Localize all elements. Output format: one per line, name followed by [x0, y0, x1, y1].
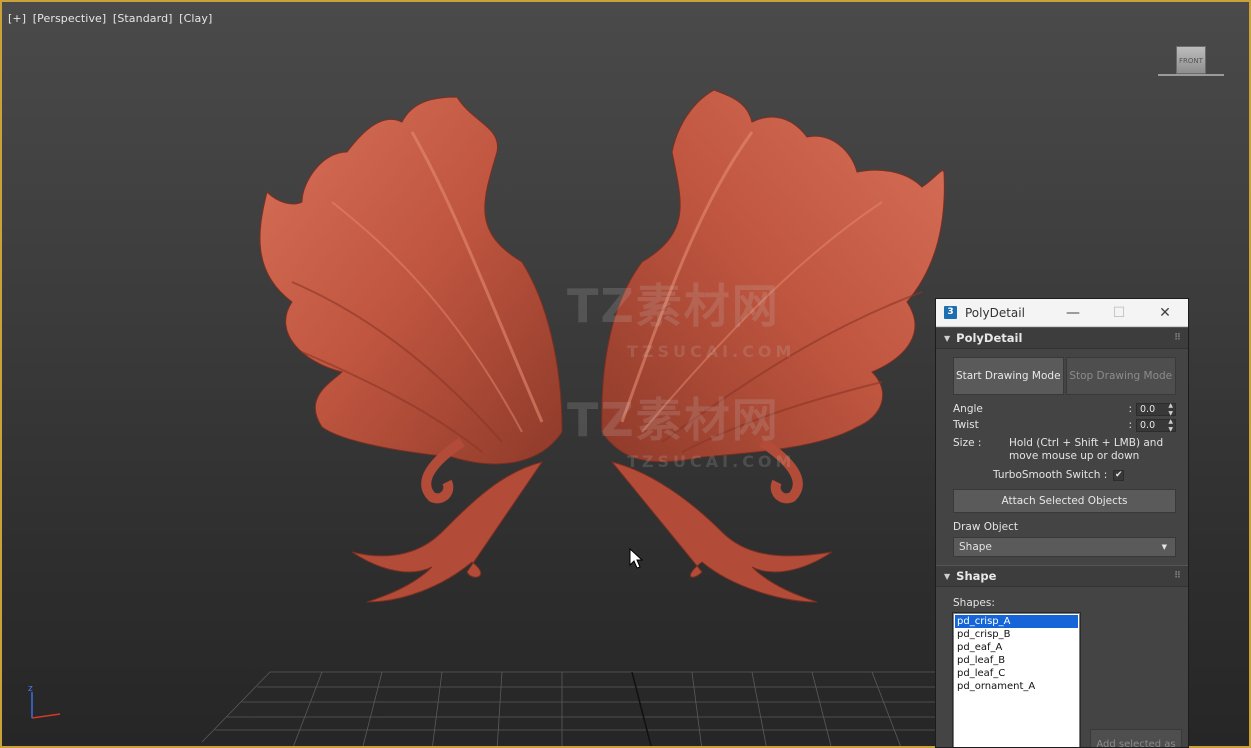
viewcube[interactable]: FRONT	[1158, 42, 1226, 82]
rollout-title: PolyDetail	[956, 331, 1023, 345]
angle-spinner[interactable]: 0.0 ▲ ▼	[1136, 402, 1176, 418]
shape-rollout-body: Shapes: pd_crisp_A pd_crisp_B pd_eaf_A p…	[936, 587, 1188, 747]
axis-z-label: z	[28, 684, 33, 694]
rollout-title: Shape	[956, 569, 997, 583]
spinner-arrows-icon[interactable]: ▲ ▼	[1168, 402, 1173, 418]
viewcube-front-face[interactable]: FRONT	[1176, 46, 1206, 74]
turbosmooth-label: TurboSmooth Switch :	[993, 469, 1108, 481]
collapse-triangle-icon[interactable]: ▼	[944, 334, 950, 343]
size-label: Size :	[953, 437, 982, 449]
window-titlebar[interactable]: 3 PolyDetail — ☐ ✕	[936, 299, 1188, 327]
mouse-cursor-icon	[629, 548, 643, 569]
twist-label: Twist	[953, 419, 979, 431]
twist-row: Twist : 0.0 ▲ ▼	[953, 417, 1176, 433]
list-item[interactable]: pd_leaf_C	[955, 667, 1078, 680]
draw-object-dropdown[interactable]: Shape ▼	[953, 537, 1176, 557]
rollout-grip-icon[interactable]: ⠿	[1174, 571, 1181, 581]
ground-grid	[201, 671, 937, 746]
polydetail-rollout-body: Start Drawing Mode Stop Drawing Mode Ang…	[936, 349, 1188, 565]
chevron-down-icon[interactable]: ▼	[1162, 543, 1167, 551]
watermark-text: TZ素材网	[567, 279, 780, 333]
twist-value[interactable]: 0.0	[1140, 420, 1155, 431]
polydetail-window[interactable]: 3 PolyDetail — ☐ ✕ ▼ PolyDetail ⠿ Start …	[935, 298, 1189, 748]
list-item[interactable]: pd_leaf_B	[955, 654, 1078, 667]
shapes-label: Shapes:	[953, 597, 995, 609]
list-item[interactable]: pd_crisp_A	[955, 615, 1078, 628]
start-drawing-mode-button[interactable]: Start Drawing Mode	[953, 357, 1064, 395]
spinner-arrows-icon[interactable]: ▲ ▼	[1168, 418, 1173, 434]
watermark-url: TZSUCAI.COM	[627, 342, 796, 361]
stop-drawing-mode-button[interactable]: Stop Drawing Mode	[1065, 357, 1176, 395]
size-row: Size : Hold (Ctrl + Shift + LMB) and mov…	[953, 437, 1176, 463]
rollout-grip-icon[interactable]: ⠿	[1174, 333, 1181, 343]
maximize-button[interactable]: ☐	[1096, 299, 1142, 327]
angle-value[interactable]: 0.0	[1140, 404, 1155, 415]
draw-object-value[interactable]: Shape	[959, 541, 992, 553]
turbosmooth-row: TurboSmooth Switch : ✔	[953, 469, 1176, 481]
close-button[interactable]: ✕	[1142, 299, 1188, 327]
3dsmax-app-icon: 3	[944, 306, 957, 319]
rollout-header-shape[interactable]: ▼ Shape ⠿	[936, 565, 1188, 587]
attach-selected-objects-button[interactable]: Attach Selected Objects	[953, 489, 1176, 513]
list-item[interactable]: pd_eaf_A	[955, 641, 1078, 654]
collapse-triangle-icon[interactable]: ▼	[944, 572, 950, 581]
shapes-listbox[interactable]: pd_crisp_A pd_crisp_B pd_eaf_A pd_leaf_B…	[952, 612, 1081, 747]
watermark-text-2: TZ素材网	[567, 393, 780, 447]
angle-label: Angle	[953, 403, 983, 415]
window-title: PolyDetail	[965, 305, 1025, 320]
left-wing-model	[259, 96, 563, 603]
draw-object-label: Draw Object	[953, 521, 1018, 533]
grid-center-line	[631, 671, 652, 746]
list-item[interactable]: pd_ornament_A	[955, 680, 1078, 693]
viewcube-ring[interactable]	[1158, 74, 1224, 76]
twist-spinner[interactable]: 0.0 ▲ ▼	[1136, 418, 1176, 434]
minimize-button[interactable]: —	[1050, 299, 1096, 327]
list-item[interactable]: pd_crisp_B	[955, 628, 1078, 641]
watermark-url-2: TZSUCAI.COM	[627, 452, 796, 471]
add-selected-as-button[interactable]: Add selected as	[1090, 729, 1182, 747]
turbosmooth-checkbox[interactable]: ✔	[1113, 469, 1125, 481]
size-instructions: Hold (Ctrl + Shift + LMB) and move mouse…	[1009, 437, 1164, 462]
angle-row: Angle : 0.0 ▲ ▼	[953, 401, 1176, 417]
axis-gizmo: z	[28, 684, 61, 719]
rollout-header-polydetail[interactable]: ▼ PolyDetail ⠿	[936, 327, 1188, 349]
